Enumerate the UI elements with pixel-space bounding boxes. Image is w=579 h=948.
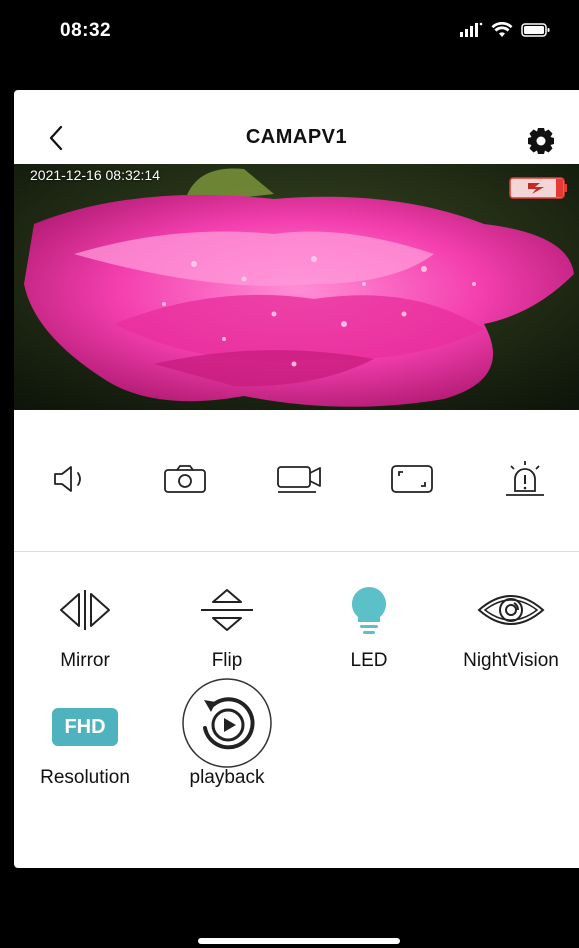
led-label: LED [350, 650, 388, 671]
battery-charging-low-icon [509, 177, 567, 199]
flip-label: Flip [211, 650, 243, 671]
video-timestamp: 2021-12-16 08:32:14 [30, 167, 160, 183]
record-button[interactable] [273, 455, 327, 503]
cellular-signal-icon [460, 22, 483, 37]
siren-button[interactable] [498, 455, 552, 503]
flip-icon [201, 589, 253, 631]
record-video-icon [277, 466, 321, 493]
mirror-button[interactable]: Mirror [20, 580, 150, 672]
mirror-label: Mirror [60, 650, 110, 671]
status-icons [459, 22, 551, 38]
playback-button[interactable]: playback [162, 678, 292, 789]
battery-status-icon [521, 23, 550, 37]
fullscreen-icon [391, 465, 433, 493]
fhd-badge-text: FHD [64, 715, 106, 738]
speaker-button[interactable] [46, 455, 100, 503]
resolution-button[interactable]: FHD Resolution [20, 697, 150, 789]
nav-bar: CAMAPV1 [14, 118, 579, 158]
alarm-siren-icon [506, 461, 544, 496]
snapshot-button[interactable] [158, 455, 212, 503]
night-vision-label: NightVision [463, 650, 559, 671]
resolution-label: Resolution [40, 767, 130, 788]
camera-screen: CAMAPV1 2021-12-16 08:32:14 Mirror Flip … [14, 90, 579, 868]
control-toolbar [14, 455, 579, 505]
page-title: CAMAPV1 [245, 126, 348, 148]
camera-live-view[interactable]: 2021-12-16 08:32:14 [14, 164, 579, 410]
fhd-badge-icon: FHD [52, 708, 118, 746]
live-video-frame [14, 164, 579, 410]
status-time: 08:32 [60, 20, 112, 41]
speaker-icon [54, 466, 81, 492]
night-vision-eye-icon [477, 595, 545, 625]
led-button[interactable]: LED [304, 580, 434, 672]
led-bulb-icon [351, 586, 387, 634]
status-bar: 08:32 [0, 0, 579, 90]
night-vision-button[interactable]: NightVision [446, 580, 576, 672]
wifi-icon [491, 22, 513, 37]
flip-button[interactable]: Flip [162, 580, 292, 672]
home-indicator[interactable] [198, 938, 400, 944]
section-divider [14, 551, 579, 552]
fullscreen-button[interactable] [385, 455, 439, 503]
camera-snapshot-icon [164, 465, 206, 493]
gear-icon[interactable] [524, 124, 558, 158]
playback-icon [182, 678, 272, 768]
playback-label: playback [189, 767, 265, 788]
mirror-icon [60, 590, 110, 630]
